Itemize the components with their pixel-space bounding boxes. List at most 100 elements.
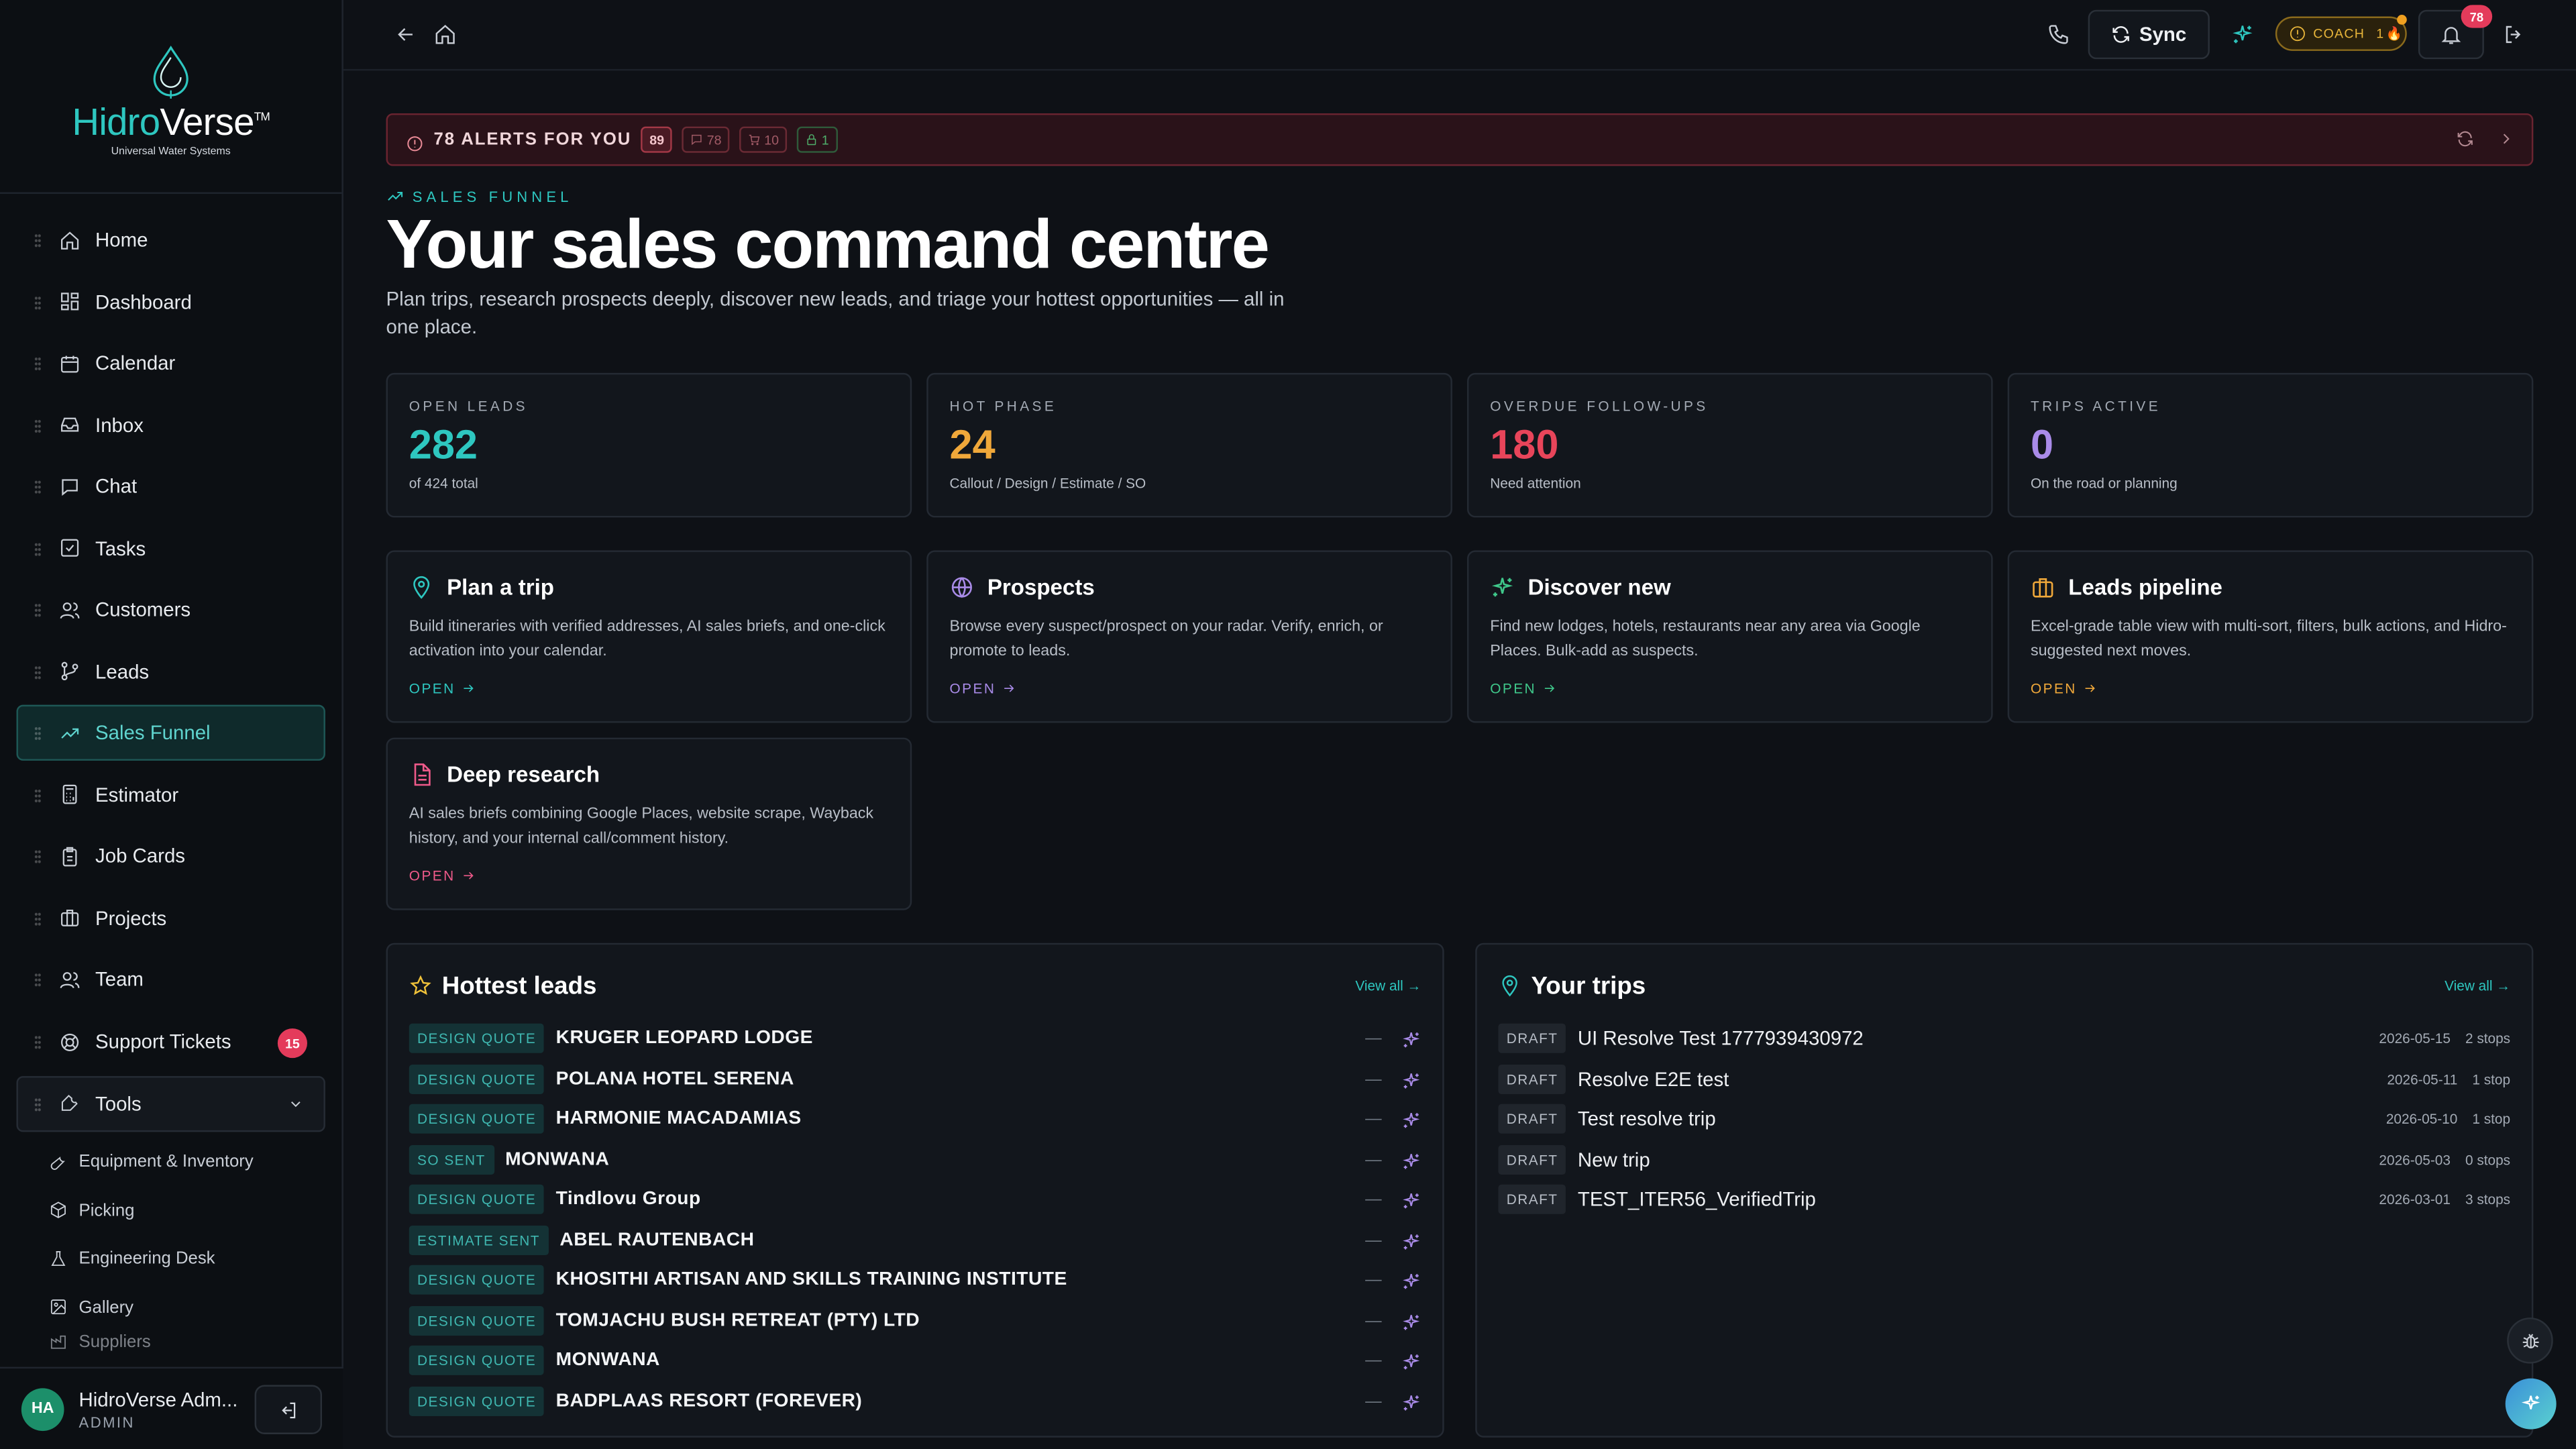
sidebar-item-support-tickets[interactable]: Support Tickets 15 bbox=[16, 1014, 325, 1069]
alerts-chip-messages: 78 bbox=[682, 126, 730, 153]
sidebar-item-label: Team bbox=[95, 967, 144, 991]
sidebar: HidroVerseTM Universal Water Systems Hom… bbox=[0, 0, 343, 1449]
sidebar-subitem-suppliers[interactable]: Suppliers bbox=[49, 1332, 341, 1351]
coach-dot bbox=[2397, 15, 2407, 25]
card-open-link[interactable]: OPEN bbox=[409, 867, 889, 884]
sidebar-subitem-gallery[interactable]: Gallery bbox=[49, 1283, 341, 1332]
trips-view-all-link[interactable]: View all → bbox=[2445, 977, 2510, 994]
sidebar-item-chat[interactable]: Chat bbox=[16, 458, 325, 514]
ai-sparkle-icon[interactable] bbox=[1401, 1189, 1421, 1209]
stat-hot-phase[interactable]: HOT PHASE 24 Callout / Design / Estimate… bbox=[926, 372, 1452, 518]
ai-sparkle-icon[interactable] bbox=[1401, 1069, 1421, 1088]
sidebar-subitem-picking[interactable]: Picking bbox=[49, 1186, 341, 1234]
lead-row[interactable]: DESIGN QUOTE MONWANA — bbox=[409, 1340, 1421, 1381]
card-discover-new[interactable]: Discover new Find new lodges, hotels, re… bbox=[1466, 550, 1993, 723]
sync-button[interactable]: Sync bbox=[2088, 9, 2210, 60]
sidebar-item-home[interactable]: Home bbox=[16, 212, 325, 268]
chevron-right-icon[interactable] bbox=[2497, 129, 2515, 148]
trip-row[interactable]: DRAFT Resolve E2E test 2026-05-11 1 stop bbox=[1498, 1059, 2510, 1099]
stat-label: TRIPS ACTIVE bbox=[2030, 397, 2161, 415]
sidebar-item-leads[interactable]: Leads bbox=[16, 643, 325, 699]
ai-sparkle-icon[interactable] bbox=[1401, 1028, 1421, 1048]
log-out-icon[interactable] bbox=[2502, 23, 2525, 46]
trip-row[interactable]: DRAFT TEST_ITER56_VerifiedTrip 2026-03-01 3… bbox=[1498, 1179, 2510, 1220]
lead-row[interactable]: DESIGN QUOTE HARMONIE MACADAMIAS — bbox=[409, 1099, 1421, 1139]
sidebar-item-tools[interactable]: Tools bbox=[16, 1075, 325, 1132]
sidebar-item-tasks[interactable]: Tasks bbox=[16, 520, 325, 576]
trip-status-tag: DRAFT bbox=[1498, 1064, 1566, 1094]
sidebar-item-calendar[interactable]: Calendar bbox=[16, 335, 325, 391]
sidebar-subitem-engineering[interactable]: Engineering Desk bbox=[49, 1234, 341, 1283]
stat-open-leads[interactable]: OPEN LEADS 282 of 424 total bbox=[386, 372, 912, 518]
stat-value: 282 bbox=[409, 422, 478, 468]
stat-label: OVERDUE FOLLOW-UPS bbox=[1490, 397, 1709, 415]
lead-dash: — bbox=[1365, 1392, 1382, 1411]
sidebar-item-label: Projects bbox=[95, 906, 167, 929]
bell-icon bbox=[2441, 27, 2461, 44]
logout-button[interactable] bbox=[254, 1385, 323, 1434]
card-plan-a-trip[interactable]: Plan a trip Build itineraries with verif… bbox=[386, 550, 912, 723]
card-deep-research[interactable]: Deep research AI sales briefs combining … bbox=[386, 737, 912, 910]
sidebar-item-projects[interactable]: Projects bbox=[16, 890, 325, 945]
ai-assistant-button[interactable] bbox=[2505, 1378, 2557, 1430]
card-open-link[interactable]: OPEN bbox=[2031, 680, 2510, 696]
trip-row[interactable]: DRAFT New trip 2026-05-03 0 stops bbox=[1498, 1139, 2510, 1179]
ai-sparkle-icon[interactable] bbox=[1401, 1149, 1421, 1169]
card-leads-pipeline[interactable]: Leads pipeline Excel-grade table view wi… bbox=[2007, 550, 2534, 723]
panel-title: Hottest leads bbox=[441, 971, 597, 1000]
avatar[interactable]: HA bbox=[21, 1387, 64, 1430]
coach-button[interactable]: COACH 1 🔥 bbox=[2275, 15, 2407, 51]
stat-trips-active[interactable]: TRIPS ACTIVE 0 On the road or planning bbox=[2007, 372, 2534, 518]
phone-icon[interactable] bbox=[2047, 23, 2070, 46]
sidebar-item-dashboard[interactable]: Dashboard bbox=[16, 274, 325, 329]
lead-row[interactable]: DESIGN QUOTE KRUGER LEOPARD LODGE — bbox=[409, 1018, 1421, 1059]
stat-overdue-follow-ups[interactable]: OVERDUE FOLLOW-UPS 180 Need attention bbox=[1466, 372, 1993, 518]
sidebar-item-sales-funnel[interactable]: Sales Funnel bbox=[16, 704, 325, 761]
sidebar-item-estimator[interactable]: Estimator bbox=[16, 766, 325, 822]
home-icon[interactable] bbox=[434, 23, 457, 46]
trip-row[interactable]: DRAFT Test resolve trip 2026-05-10 1 stop bbox=[1498, 1099, 2510, 1139]
alerts-banner[interactable]: 78 ALERTS FOR YOU 89 78 10 1 bbox=[386, 113, 2534, 166]
trending-up-icon bbox=[59, 722, 80, 743]
ai-sparkle-icon[interactable] bbox=[1401, 1109, 1421, 1128]
sidebar-subitem-equipment[interactable]: Equipment & Inventory bbox=[49, 1138, 341, 1186]
subitem-label: Equipment & Inventory bbox=[78, 1152, 254, 1172]
ai-sparkle-icon[interactable] bbox=[1401, 1270, 1421, 1289]
ai-sparkle-icon[interactable] bbox=[1401, 1230, 1421, 1249]
refresh-icon[interactable] bbox=[2456, 129, 2474, 148]
lead-row[interactable]: ESTIMATE SENT ABEL RAUTENBACH — bbox=[409, 1220, 1421, 1260]
card-open-link[interactable]: OPEN bbox=[1490, 680, 1970, 696]
lead-row[interactable]: DESIGN QUOTE KHOSITHI ARTISAN AND SKILLS … bbox=[409, 1260, 1421, 1300]
lead-row[interactable]: DESIGN QUOTE Tindlovu Group — bbox=[409, 1179, 1421, 1220]
brand-logo[interactable]: HidroVerseTM Universal Water Systems bbox=[0, 0, 342, 194]
lead-row[interactable]: DESIGN QUOTE BADPLAAS RESORT (FOREVER) — bbox=[409, 1381, 1421, 1421]
trip-row[interactable]: DRAFT UI Resolve Test 1777939430972 2026-0… bbox=[1498, 1018, 2510, 1059]
sidebar-item-inbox[interactable]: Inbox bbox=[16, 396, 325, 452]
ai-sparkle-icon[interactable] bbox=[1401, 1391, 1421, 1410]
sidebar-item-team[interactable]: Team bbox=[16, 951, 325, 1007]
lead-row[interactable]: SO SENT MONWANA — bbox=[409, 1139, 1421, 1179]
panel-title: Your trips bbox=[1531, 971, 1646, 1000]
map-pin-icon bbox=[413, 576, 430, 599]
trips-list: DRAFT UI Resolve Test 1777939430972 2026-0… bbox=[1498, 1018, 2510, 1220]
hottest-view-all-link[interactable]: View all → bbox=[1355, 977, 1421, 994]
lead-row[interactable]: DESIGN QUOTE POLANA HOTEL SERENA — bbox=[409, 1059, 1421, 1099]
sidebar-item-customers[interactable]: Customers bbox=[16, 582, 325, 637]
message-icon bbox=[692, 134, 702, 146]
sparkles-icon[interactable] bbox=[2231, 23, 2254, 46]
lead-row[interactable]: DESIGN QUOTE TOMJACHU BUSH RETREAT (PTY) … bbox=[409, 1300, 1421, 1340]
ai-sparkle-icon[interactable] bbox=[1401, 1350, 1421, 1370]
trip-status-tag: DRAFT bbox=[1498, 1144, 1566, 1175]
notifications-button[interactable]: 78 bbox=[2418, 5, 2493, 60]
card-open-link[interactable]: OPEN bbox=[409, 680, 889, 696]
bug-report-button[interactable] bbox=[2507, 1318, 2553, 1364]
sidebar-nav: Home Dashboard Calendar Inbox Chat Tasks… bbox=[0, 194, 341, 1132]
back-arrow-icon[interactable] bbox=[394, 23, 417, 46]
trip-status-tag: DRAFT bbox=[1498, 1185, 1566, 1215]
ai-sparkle-icon[interactable] bbox=[1401, 1310, 1421, 1330]
card-open-link[interactable]: OPEN bbox=[950, 680, 1430, 696]
lead-name: MONWANA bbox=[555, 1350, 660, 1371]
card-prospects[interactable]: Prospects Browse every suspect/prospect … bbox=[926, 550, 1452, 723]
sidebar-item-label: Home bbox=[95, 228, 148, 252]
sidebar-item-job-cards[interactable]: Job Cards bbox=[16, 828, 325, 883]
